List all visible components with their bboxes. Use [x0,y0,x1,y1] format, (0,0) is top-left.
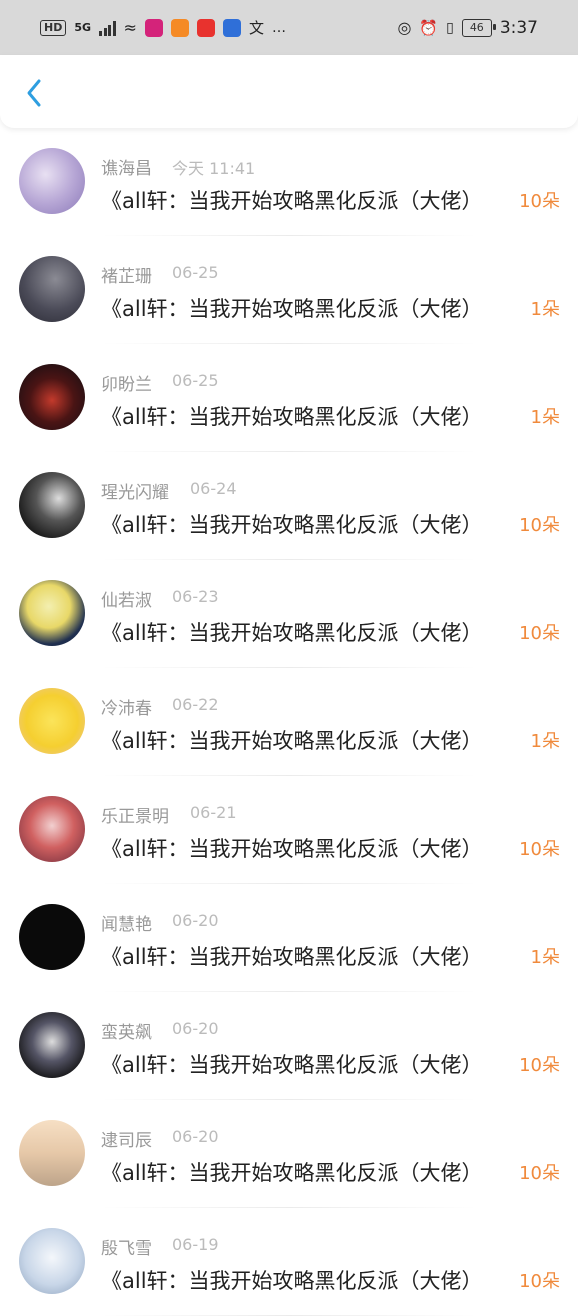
gift-date: 06-22 [172,695,219,714]
avatar[interactable] [19,580,85,646]
book-title: 《all轩：当我开始攻略黑化反派（大佬） [101,837,483,861]
gift-date: 06-20 [172,1127,219,1146]
wifi-icon: ≈ [123,18,137,37]
flower-count: 10朵 [519,1271,560,1292]
book-title: 《all轩：当我开始攻略黑化反派（大佬） [101,297,483,321]
battery-icon: 46 [461,18,496,37]
status-left: HD 5G ≈ 文 … [40,17,286,38]
flower-count: 1朵 [530,299,560,320]
book-title: 《all轩：当我开始攻略黑化反派（大佬） [101,621,483,645]
avatar[interactable] [19,1012,85,1078]
hd-badge: HD [40,19,67,36]
flower-count: 1朵 [530,407,560,428]
network-label: 5G [74,21,92,34]
chevron-left-icon [27,79,41,107]
more-dots: … [271,19,286,36]
app-icon-red [196,18,215,37]
flower-count: 10朵 [519,191,560,212]
status-bar: HD 5G ≈ 文 … ◎ ⏰ ▯ 46 3:37 [0,0,578,55]
sender-name: 逮司辰 [101,1131,152,1151]
gift-date: 06-23 [172,587,219,606]
app-icon-orange [170,18,189,37]
avatar[interactable] [19,1228,85,1294]
sender-name: 殷飞雪 [101,1239,152,1259]
gift-date: 06-19 [172,1235,219,1254]
list-item[interactable]: 谯海昌 今天 11:41 《all轩：当我开始攻略黑化反派（大佬） 10朵 [0,128,578,236]
sender-name: 瑆光闪耀 [101,483,169,503]
flower-count: 10朵 [519,1055,560,1076]
gift-date: 06-25 [172,371,219,390]
avatar[interactable] [19,796,85,862]
sender-name: 卯盼兰 [101,375,152,395]
list-item[interactable]: 卯盼兰 06-25 《all轩：当我开始攻略黑化反派（大佬） 1朵 [0,344,578,452]
avatar[interactable] [19,364,85,430]
book-title: 《all轩：当我开始攻略黑化反派（大佬） [101,405,483,429]
text-icon: 文 [248,19,264,37]
gift-date: 06-21 [190,803,237,822]
book-title: 《all轩：当我开始攻略黑化反派（大佬） [101,1053,483,1077]
book-title: 《all轩：当我开始攻略黑化反派（大佬） [101,729,483,753]
app-icon-blue [222,18,241,37]
list-item[interactable]: 瑆光闪耀 06-24 《all轩：当我开始攻略黑化反派（大佬） 10朵 [0,452,578,560]
sender-name: 蛮英飙 [101,1023,152,1043]
gift-date: 06-24 [190,479,237,498]
book-title: 《all轩：当我开始攻略黑化反派（大佬） [101,189,483,213]
list-item[interactable]: 乐正景明 06-21 《all轩：当我开始攻略黑化反派（大佬） 10朵 [0,776,578,884]
eye-icon: ◎ [397,18,412,37]
sender-name: 乐正景明 [101,807,169,827]
book-title: 《all轩：当我开始攻略黑化反派（大佬） [101,1269,483,1293]
book-title: 《all轩：当我开始攻略黑化反派（大佬） [101,1161,483,1185]
signal-icon [99,20,116,36]
sender-name: 闻慧艳 [101,915,152,935]
avatar[interactable] [19,472,85,538]
flower-count: 1朵 [530,731,560,752]
list-item[interactable]: 闻慧艳 06-20 《all轩：当我开始攻略黑化反派（大佬） 1朵 [0,884,578,992]
flower-count: 10朵 [519,1163,560,1184]
app-icon-pink [144,18,163,37]
list-item[interactable]: 蛮英飙 06-20 《all轩：当我开始攻略黑化反派（大佬） 10朵 [0,992,578,1100]
status-right: ◎ ⏰ ▯ 46 3:37 [397,18,538,38]
alarm-icon: ⏰ [419,18,439,37]
avatar[interactable] [19,256,85,322]
book-title: 《all轩：当我开始攻略黑化反派（大佬） [101,513,483,537]
sender-name: 仙若淑 [101,591,152,611]
flower-count: 10朵 [519,515,560,536]
gift-date: 06-25 [172,263,219,282]
gift-date: 06-20 [172,1019,219,1038]
vibrate-icon: ▯ [446,19,454,36]
gift-list: 谯海昌 今天 11:41 《all轩：当我开始攻略黑化反派（大佬） 10朵 褚芷珊 06-… [0,128,578,1316]
list-item[interactable]: 逮司辰 06-20 《all轩：当我开始攻略黑化反派（大佬） 10朵 [0,1100,578,1208]
gift-date: 06-20 [172,911,219,930]
sender-name: 谯海昌 [101,159,152,179]
top-bar [0,55,578,128]
list-item[interactable]: 仙若淑 06-23 《all轩：当我开始攻略黑化反派（大佬） 10朵 [0,560,578,668]
gift-date: 今天 11:41 [172,159,256,178]
avatar[interactable] [19,904,85,970]
list-item[interactable]: 殷飞雪 06-19 《all轩：当我开始攻略黑化反派（大佬） 10朵 [0,1208,578,1316]
avatar[interactable] [19,688,85,754]
sender-name: 冷沛春 [101,699,152,719]
back-button[interactable] [16,75,52,111]
list-item[interactable]: 冷沛春 06-22 《all轩：当我开始攻略黑化反派（大佬） 1朵 [0,668,578,776]
flower-count: 1朵 [530,947,560,968]
avatar[interactable] [19,1120,85,1186]
status-time: 3:37 [499,17,538,38]
book-title: 《all轩：当我开始攻略黑化反派（大佬） [101,945,483,969]
avatar[interactable] [19,148,85,214]
flower-count: 10朵 [519,623,560,644]
list-item[interactable]: 褚芷珊 06-25 《all轩：当我开始攻略黑化反派（大佬） 1朵 [0,236,578,344]
sender-name: 褚芷珊 [101,267,152,287]
flower-count: 10朵 [519,839,560,860]
